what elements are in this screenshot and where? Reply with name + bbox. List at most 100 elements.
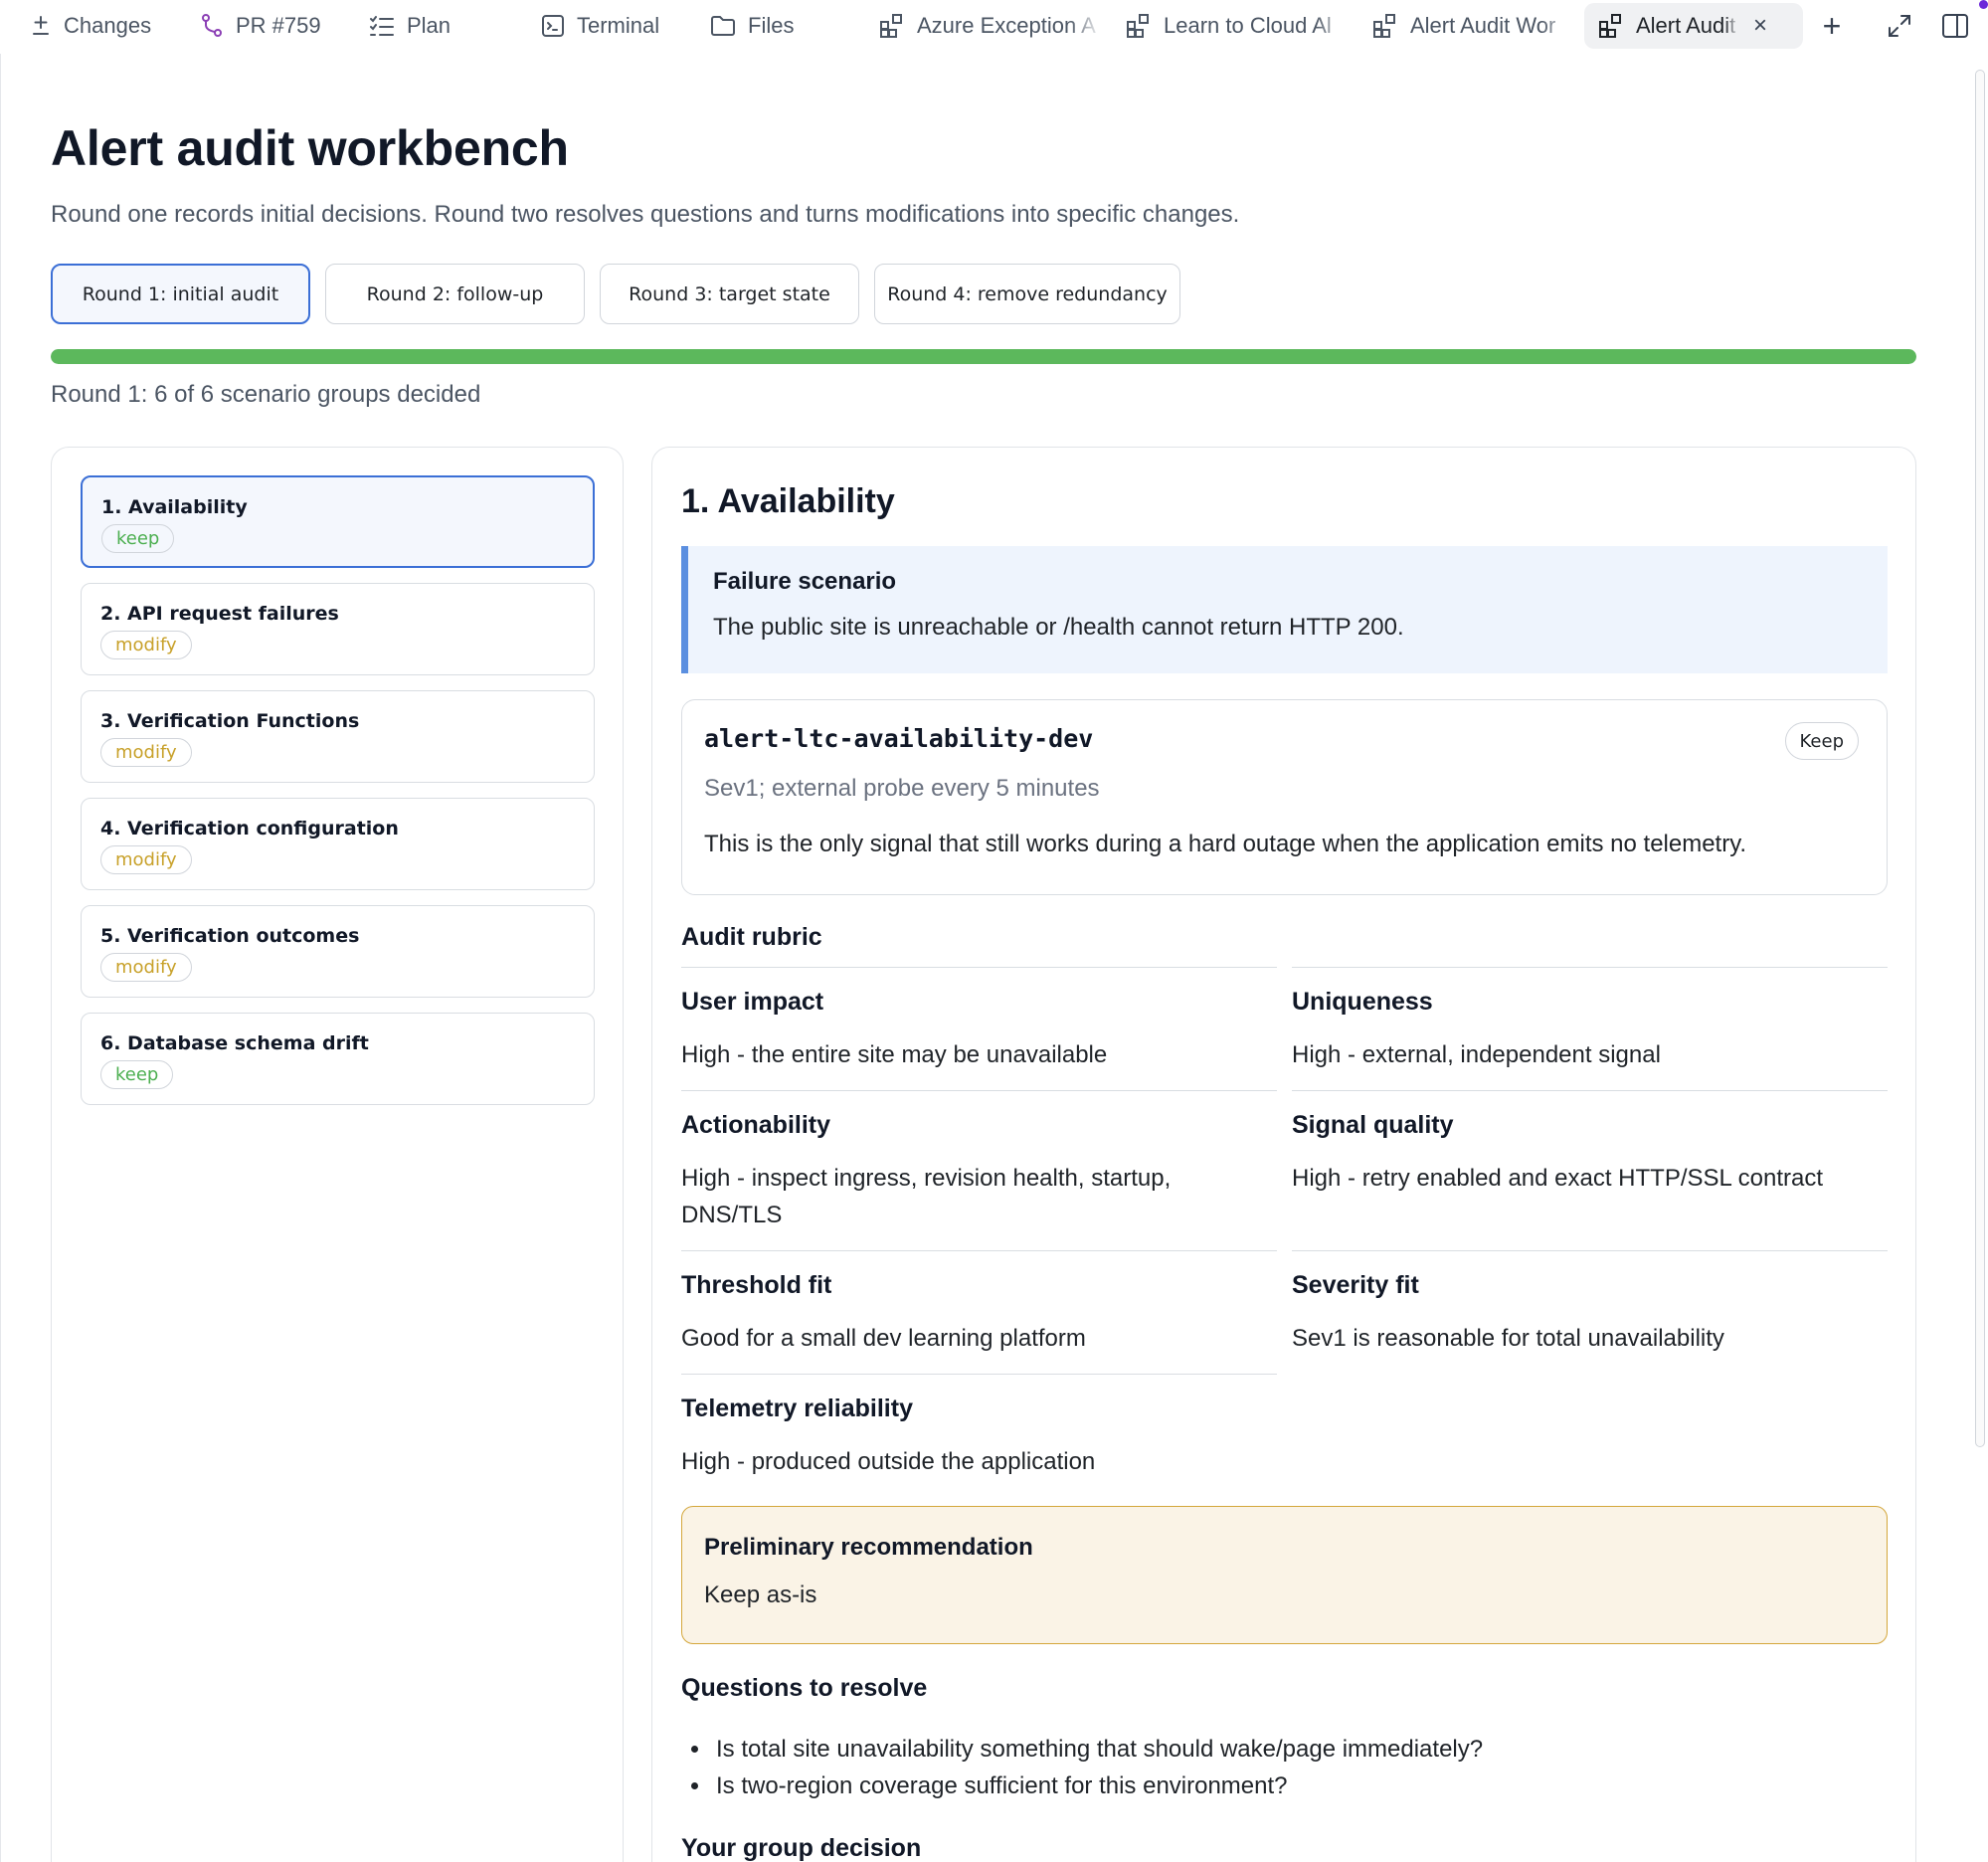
tab-label: Alert Audit \ (1636, 13, 1739, 38)
rubric-key: Uniqueness (1292, 988, 1433, 1016)
progress-fill (51, 349, 1916, 364)
rubric-key: Threshold fit (681, 1271, 832, 1299)
group-item-verification-outcomes[interactable]: 5. Verification outcomes modify (81, 905, 595, 998)
group-item-api-request-failures[interactable]: 2. API request failures modify (81, 583, 595, 675)
page-title: Alert audit workbench (51, 120, 569, 176)
status-badge: modify (100, 953, 192, 982)
status-badge: modify (100, 738, 192, 767)
group-name: 1. Availability (101, 496, 248, 518)
status-badge: keep (100, 1060, 174, 1089)
failure-scenario: Failure scenario The public site is unre… (681, 546, 1888, 673)
rubric-signal-quality: Signal quality High - retry enabled and … (1292, 1090, 1888, 1250)
tab-files[interactable]: Files (710, 6, 794, 46)
status-badge: keep (101, 524, 175, 553)
rubric-key: User impact (681, 988, 824, 1016)
group-name: 4. Verification configuration (100, 818, 399, 839)
group-item-database-schema-drift[interactable]: 6. Database schema drift keep (81, 1013, 595, 1105)
rubric-value: High - the entire site may be unavailabl… (681, 1041, 1108, 1068)
progress-text: Round 1: 6 of 6 scenario groups decided (51, 381, 481, 408)
rubric-value: Sev1 is reasonable for total unavailabil… (1292, 1325, 1724, 1352)
folder-icon (711, 16, 735, 36)
rubric-value: High - produced outside the application (681, 1448, 1096, 1475)
round-3-button[interactable]: Round 3: target state (600, 264, 859, 324)
group-title: 1. Availability (681, 482, 895, 520)
alert-card: alert-ltc-availability-dev Sev1; externa… (681, 699, 1888, 895)
widgets-icon (1127, 14, 1149, 38)
terminal-icon (542, 15, 564, 37)
tab-alert-audit-active[interactable]: Alert Audit \ × (1584, 3, 1803, 49)
rubric-user-impact: User impact High - the entire site may b… (681, 967, 1277, 1090)
rubric-telemetry-reliability: Telemetry reliability High - produced ou… (681, 1374, 1277, 1483)
split-panel-button[interactable] (1939, 10, 1971, 42)
rubric-value: Good for a small dev learning platform (681, 1325, 1086, 1352)
tab-plan[interactable]: Plan (369, 6, 451, 46)
tab-azure-exception[interactable]: Azure Exception A (879, 6, 1102, 46)
new-tab-button[interactable]: + (1816, 7, 1848, 44)
tab-bar: Changes PR #759 Plan Terminal Files Azur… (0, 0, 1988, 54)
keep-button[interactable]: Keep (1784, 722, 1859, 760)
round-2-button[interactable]: Round 2: follow-up (325, 264, 585, 324)
group-item-availability[interactable]: 1. Availability keep (81, 475, 595, 568)
page-subtitle: Round one records initial decisions. Rou… (51, 201, 1240, 228)
group-name: 5. Verification outcomes (100, 925, 360, 947)
rubric-key: Telemetry reliability (681, 1395, 913, 1422)
group-item-verification-configuration[interactable]: 4. Verification configuration modify (81, 798, 595, 890)
rubric-key: Signal quality (1292, 1111, 1454, 1139)
rubric-heading: Audit rubric (681, 923, 822, 951)
divider (0, 54, 1, 1862)
tab-terminal[interactable]: Terminal (541, 6, 659, 46)
git-branch-icon (202, 14, 222, 37)
rubric-value: High - inspect ingress, revision health,… (681, 1165, 1172, 1228)
group-item-verification-functions[interactable]: 3. Verification Functions modify (81, 690, 595, 783)
notification-dot (1979, 0, 1988, 9)
recommendation-text: Keep as-is (704, 1582, 817, 1608)
rubric-key: Actionability (681, 1111, 831, 1139)
rubric-actionability: Actionability High - inspect ingress, re… (681, 1090, 1277, 1250)
round-4-button[interactable]: Round 4: remove redundancy (874, 264, 1180, 324)
decision-heading: Your group decision (681, 1834, 922, 1862)
rubric-value: High - retry enabled and exact HTTP/SSL … (1292, 1165, 1824, 1192)
alert-meta: Sev1; external probe every 5 minutes (704, 775, 1100, 802)
failure-scenario-text: The public site is unreachable or /healt… (713, 614, 1404, 641)
round-1-button[interactable]: Round 1: initial audit (51, 264, 310, 324)
split-panel-icon (1942, 14, 1968, 38)
expand-icon (1889, 15, 1910, 37)
tab-label: Changes (64, 13, 152, 38)
tab-label: PR #759 (236, 13, 321, 38)
widgets-icon (880, 14, 902, 38)
tab-label: Plan (407, 13, 452, 38)
rubric-key: Severity fit (1292, 1271, 1419, 1299)
round-tabs: Round 1: initial audit Round 2: follow-u… (51, 264, 1180, 324)
plus-minus-icon (33, 16, 49, 35)
plus-icon: + (1822, 7, 1842, 44)
list-item: Is two-region coverage sufficient for th… (712, 1768, 1483, 1804)
group-name: 6. Database schema drift (100, 1032, 369, 1054)
alert-description: This is the only signal that still works… (704, 831, 1747, 857)
rubric-value: High - external, independent signal (1292, 1041, 1661, 1068)
close-tab-icon[interactable]: × (1753, 12, 1767, 40)
tab-label: Learn to Cloud Al (1164, 13, 1332, 38)
widgets-icon (1599, 14, 1621, 38)
list-item: Is total site unavailability something t… (712, 1731, 1483, 1768)
questions-list: Is total site unavailability something t… (712, 1731, 1483, 1804)
status-badge: modify (100, 845, 192, 874)
tab-alert-audit-wor[interactable]: Alert Audit Wor (1372, 6, 1571, 46)
scrollbar[interactable] (1975, 70, 1985, 1447)
tab-label: Files (748, 13, 795, 38)
alert-name: alert-ltc-availability-dev (704, 724, 1094, 753)
tab-label: Azure Exception A (917, 13, 1096, 38)
rubric-severity-fit: Severity fit Sev1 is reasonable for tota… (1292, 1250, 1888, 1374)
group-name: 2. API request failures (100, 603, 339, 625)
status-badge: modify (100, 631, 192, 659)
failure-scenario-label: Failure scenario (713, 568, 897, 595)
scenario-group-list: 1. Availability keep 2. API request fail… (51, 447, 624, 1862)
tab-learn-to-cloud[interactable]: Learn to Cloud Al (1126, 6, 1349, 46)
expand-button[interactable] (1884, 10, 1915, 42)
tab-changes[interactable]: Changes (30, 6, 151, 46)
tab-pr[interactable]: PR #759 (200, 6, 321, 46)
checklist-icon (370, 16, 394, 36)
group-detail-panel: 1. Availability Failure scenario The pub… (651, 447, 1916, 1862)
tab-label: Terminal (577, 13, 660, 38)
rubric-uniqueness: Uniqueness High - external, independent … (1292, 967, 1888, 1090)
preliminary-recommendation: Preliminary recommendation Keep as-is (681, 1506, 1888, 1644)
